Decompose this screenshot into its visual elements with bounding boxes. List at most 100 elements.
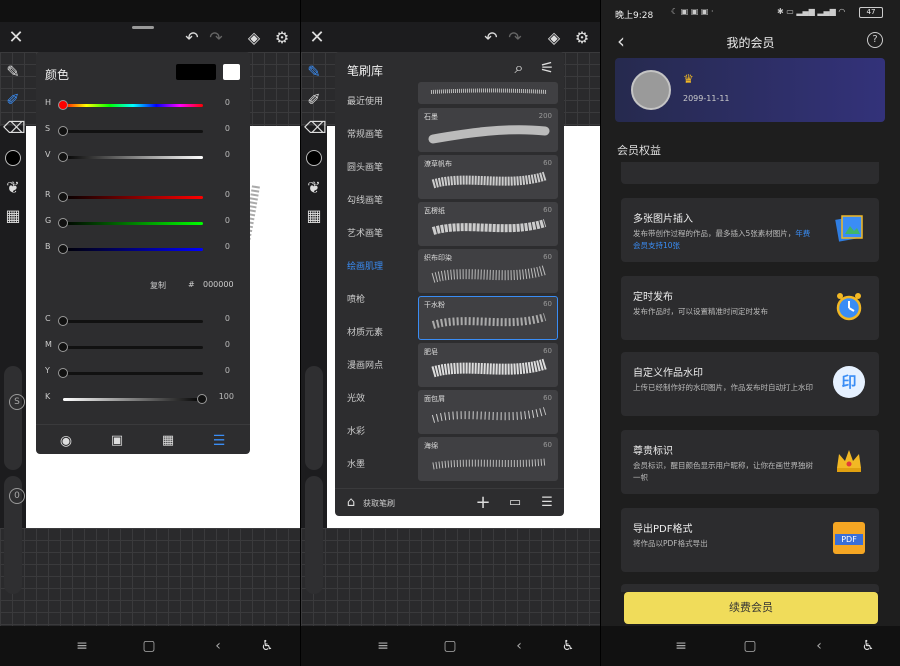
brush-icon[interactable]: ✐ xyxy=(304,90,324,110)
undo-icon[interactable]: ↶ xyxy=(182,28,202,48)
pen-icon[interactable]: ✎ xyxy=(304,62,324,82)
cyan-value[interactable]: 0 xyxy=(225,314,230,323)
brush-category-round[interactable]: 圆头画笔 xyxy=(347,160,383,173)
color-wheel-tab-icon[interactable]: ◉ xyxy=(56,431,76,451)
accessibility-icon[interactable]: ♿ xyxy=(257,636,277,656)
hue-track[interactable] xyxy=(63,104,203,107)
gear-icon[interactable]: ⚙ xyxy=(572,28,592,48)
brush-card[interactable]: 潦草帆布 60 xyxy=(418,155,558,199)
leaf-icon[interactable]: ❦ xyxy=(3,178,23,198)
brush-category-ink[interactable]: 水墨 xyxy=(347,457,365,470)
current-color-icon[interactable] xyxy=(306,150,322,166)
list-menu-icon[interactable]: ☰ xyxy=(537,493,557,513)
feature-card-pdf-export[interactable]: 导出PDF格式 将作品以PDF格式导出 PDF xyxy=(621,508,879,572)
search-icon[interactable]: ⌕ xyxy=(509,58,529,78)
brush-category-watercolor[interactable]: 水彩 xyxy=(347,424,365,437)
brush-category-regular[interactable]: 常规画笔 xyxy=(347,127,383,140)
hue-value[interactable]: 0 xyxy=(225,98,230,107)
brush-card[interactable]: 面包屑 60 xyxy=(418,390,558,434)
red-track[interactable] xyxy=(63,196,203,199)
grid-tools-icon[interactable]: ▦ xyxy=(3,206,23,226)
blue-value[interactable]: 0 xyxy=(225,242,230,251)
yellow-knob[interactable] xyxy=(58,368,68,378)
sliders-tab-icon[interactable]: ☰ xyxy=(209,431,229,451)
size-slider[interactable] xyxy=(305,366,323,470)
secondary-color-swatch[interactable] xyxy=(223,64,240,80)
magenta-knob[interactable] xyxy=(58,342,68,352)
folder-icon[interactable]: ▭ xyxy=(505,493,525,513)
gear-icon[interactable]: ⚙ xyxy=(272,28,292,48)
saturation-track[interactable] xyxy=(63,130,203,133)
brush-category-recent[interactable]: 最近使用 xyxy=(347,94,383,107)
close-icon[interactable]: ✕ xyxy=(6,28,26,48)
grid-tools-icon[interactable]: ▦ xyxy=(304,206,324,226)
back-nav-icon[interactable]: ‹ xyxy=(809,636,829,656)
green-track[interactable] xyxy=(63,222,203,225)
value-track[interactable] xyxy=(63,156,203,159)
size-slider[interactable]: S xyxy=(4,366,25,470)
saturation-value[interactable]: 0 xyxy=(225,124,230,133)
accessibility-icon[interactable]: ♿ xyxy=(858,636,878,656)
brush-category-lining[interactable]: 勾线画笔 xyxy=(347,193,383,206)
help-icon[interactable]: ? xyxy=(867,32,883,48)
brush-category-material[interactable]: 材质元素 xyxy=(347,325,383,338)
hex-value[interactable]: 000000 xyxy=(203,280,234,289)
home-nav-icon[interactable]: ▢ xyxy=(440,636,460,656)
eraser-icon[interactable]: ⌫ xyxy=(304,118,327,138)
hue-knob[interactable] xyxy=(58,100,68,110)
feature-card-watermark[interactable]: 自定义作品水印 上传已经制作好的水印图片，作品发布时自动打上水印 印 xyxy=(621,352,879,416)
renew-membership-button[interactable]: 续费会员 xyxy=(624,592,878,624)
brush-card[interactable]: 肥皂 60 xyxy=(418,343,558,387)
magenta-value[interactable]: 0 xyxy=(225,340,230,349)
green-knob[interactable] xyxy=(58,218,68,228)
red-knob[interactable] xyxy=(58,192,68,202)
current-color-icon[interactable] xyxy=(5,150,21,166)
saturation-knob[interactable] xyxy=(58,126,68,136)
black-track[interactable] xyxy=(63,398,203,401)
brush-settings-icon[interactable]: ⚟ xyxy=(537,58,557,78)
brush-category-screentone[interactable]: 漫画网点 xyxy=(347,358,383,371)
redo-icon[interactable]: ↷ xyxy=(206,28,226,48)
primary-color-swatch[interactable] xyxy=(176,64,216,80)
brush-category-light[interactable]: 光效 xyxy=(347,391,365,404)
feature-card-multi-image[interactable]: 多张图片插入 发布带创作过程的作品，最多插入5张素材图片，年费会员支持10张 xyxy=(621,198,879,262)
value-value[interactable]: 0 xyxy=(225,150,230,159)
cyan-track[interactable] xyxy=(63,320,203,323)
black-knob[interactable] xyxy=(197,394,207,404)
menu-nav-icon[interactable]: ≡ xyxy=(72,636,92,656)
swatches-grid-tab-icon[interactable]: ▦ xyxy=(158,431,178,451)
close-icon[interactable]: ✕ xyxy=(307,28,327,48)
brush-category-texture[interactable]: 绘画肌理 xyxy=(347,259,383,272)
feature-card-scheduled[interactable]: 定时发布 发布作品时，可以设置精准时间定时发布 xyxy=(621,276,879,340)
brush-category-art[interactable]: 艺术画笔 xyxy=(347,226,383,239)
blue-track[interactable] xyxy=(63,248,203,251)
pen-icon[interactable]: ✎ xyxy=(3,62,23,82)
brush-card-selected[interactable]: 干水粉 60 xyxy=(418,296,558,340)
palette-card-tab-icon[interactable]: ▣ xyxy=(107,431,127,451)
brush-card[interactable]: 瓦楞纸 60 xyxy=(418,202,558,246)
panel-drag-handle[interactable] xyxy=(132,26,154,29)
blue-knob[interactable] xyxy=(58,244,68,254)
brush-card[interactable] xyxy=(418,82,558,104)
opacity-slider[interactable] xyxy=(305,476,323,594)
accessibility-icon[interactable]: ♿ xyxy=(558,636,578,656)
cyan-knob[interactable] xyxy=(58,316,68,326)
avatar[interactable] xyxy=(631,70,671,110)
home-nav-icon[interactable]: ▢ xyxy=(740,636,760,656)
value-knob[interactable] xyxy=(58,152,68,162)
menu-nav-icon[interactable]: ≡ xyxy=(373,636,393,656)
layers-icon[interactable]: ◈ xyxy=(244,28,264,48)
back-nav-icon[interactable]: ‹ xyxy=(509,636,529,656)
undo-icon[interactable]: ↶ xyxy=(481,28,501,48)
layers-icon[interactable]: ◈ xyxy=(544,28,564,48)
brush-card[interactable]: 海绵 60 xyxy=(418,437,558,481)
brush-category-airbrush[interactable]: 喷枪 xyxy=(347,292,365,305)
store-icon[interactable]: ⌂ xyxy=(341,493,361,513)
menu-nav-icon[interactable]: ≡ xyxy=(671,636,691,656)
leaf-icon[interactable]: ❦ xyxy=(304,178,324,198)
redo-icon[interactable]: ↷ xyxy=(505,28,525,48)
red-value[interactable]: 0 xyxy=(225,190,230,199)
opacity-slider[interactable]: 0 xyxy=(4,476,25,594)
get-brushes-link[interactable]: 获取笔刷 xyxy=(363,498,395,509)
brush-card[interactable]: 石墨 200 xyxy=(418,108,558,152)
